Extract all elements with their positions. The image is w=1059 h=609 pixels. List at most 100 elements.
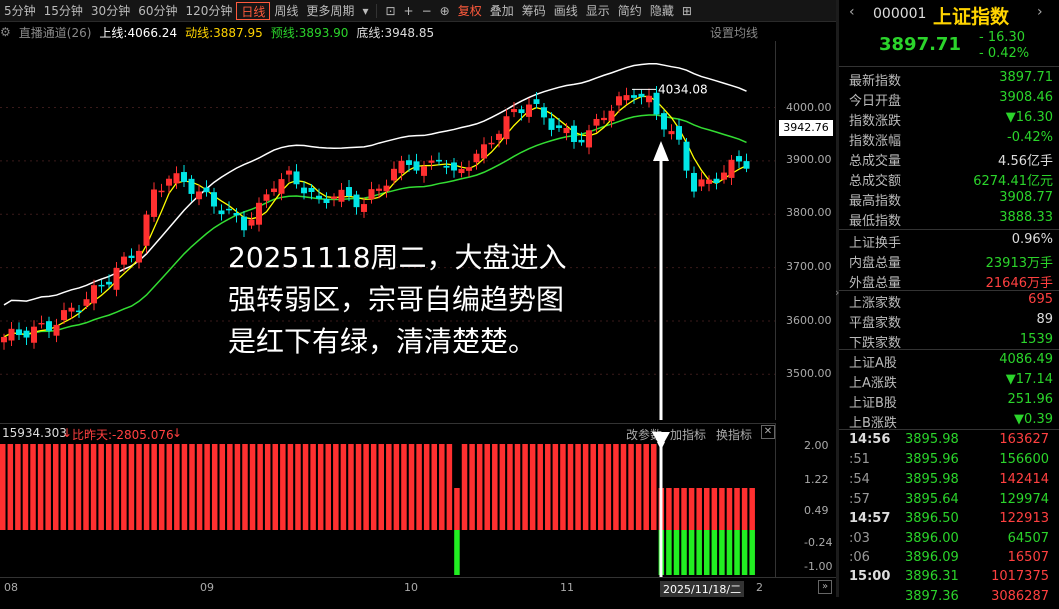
candle-body xyxy=(428,160,435,163)
scroll-right-icon[interactable]: » xyxy=(818,580,832,594)
adjust-button[interactable]: 复权 xyxy=(454,2,486,20)
hide-button[interactable]: 隐藏 xyxy=(646,2,678,20)
divider xyxy=(839,349,1059,350)
quote-row-value: 3888.33 xyxy=(999,210,1053,225)
price-tick-label: 3700.00 xyxy=(786,260,832,273)
forward-arrow-icon[interactable]: › xyxy=(1037,4,1043,20)
indicator-bar-green xyxy=(749,530,755,575)
quote-row-value: 251.96 xyxy=(1007,392,1054,407)
tick-price: 3896.00 xyxy=(905,531,959,546)
candle-body xyxy=(218,210,225,215)
quote-row-value: 23913万手 xyxy=(985,256,1053,271)
candle-body xyxy=(661,113,667,130)
date-tick-label: 2 xyxy=(756,581,763,594)
settings-icon[interactable]: ⚙ xyxy=(0,25,11,39)
chevron-down-icon[interactable]: ▾ xyxy=(358,2,372,20)
indicator-bar-red xyxy=(529,444,536,530)
indicator-svg xyxy=(0,434,755,577)
lock-icon[interactable]: ⊡ xyxy=(381,2,399,20)
period-60min[interactable]: 60分钟 xyxy=(134,2,181,20)
display-button[interactable]: 显示 xyxy=(582,2,614,20)
close-icon[interactable]: ✕ xyxy=(761,425,775,439)
tick-time: :51 xyxy=(849,452,870,467)
candle-body xyxy=(473,153,480,163)
tick-row: :06 3896.09 16507 xyxy=(839,550,1059,570)
kline-chart[interactable]: 4034.08 xyxy=(0,41,775,420)
add-indicator-button[interactable]: 加指标 xyxy=(670,426,706,443)
tick-volume: 122913 xyxy=(999,511,1049,526)
indicator-bar-red xyxy=(90,444,97,530)
indicator-bar-red xyxy=(272,444,279,530)
indicator-bar-red xyxy=(704,488,710,530)
indicator-bar-red xyxy=(98,444,104,530)
tick-volume: 16507 xyxy=(1007,550,1049,565)
indicator-bar-green xyxy=(719,530,725,575)
indicator-bar-green xyxy=(454,530,460,575)
indicator-bar-red xyxy=(613,444,619,530)
quote-row-value: 3908.46 xyxy=(999,90,1053,105)
candle-body xyxy=(188,178,195,194)
indicator-bar-red xyxy=(401,444,407,530)
draw-button[interactable]: 画线 xyxy=(550,2,582,20)
tick-price: 3896.09 xyxy=(905,550,959,565)
indicator-bar-red xyxy=(128,444,135,530)
candle-body xyxy=(286,170,292,175)
tick-volume: 129974 xyxy=(999,492,1049,507)
indicator-bar-red xyxy=(461,444,468,530)
period-daily[interactable]: 日线 xyxy=(236,1,271,20)
quote-row-label: 上A涨跌 xyxy=(849,376,897,391)
indicator-value: 15934.303 xyxy=(2,426,67,440)
indicator-bar-red xyxy=(143,444,150,530)
simple-button[interactable]: 简约 xyxy=(614,2,646,20)
indicator-bar-red xyxy=(711,488,718,530)
period-120min[interactable]: 120分钟 xyxy=(181,2,236,20)
quote-row: 总成交量 4.56亿手 xyxy=(839,150,1059,170)
indicator-bar-red xyxy=(151,444,157,530)
period-15min[interactable]: 15分钟 xyxy=(40,2,87,20)
ma-settings-button[interactable]: 设置均线 xyxy=(710,24,758,41)
quote-row: 指数涨幅 -0.42% xyxy=(839,130,1059,150)
candle-body xyxy=(631,95,637,98)
channel-label: 直播通道(26) xyxy=(18,25,92,40)
period-weekly[interactable]: 周线 xyxy=(270,2,302,20)
quote-row-label: 外盘总量 xyxy=(849,276,902,291)
candle-body xyxy=(31,326,37,343)
quote-row-value: ▼16.30 xyxy=(1005,110,1053,125)
indicator-chart[interactable] xyxy=(0,434,775,577)
candle-body xyxy=(196,191,202,200)
layout-icon[interactable]: ⊞ xyxy=(678,2,696,20)
candle-body xyxy=(158,190,165,193)
minus-icon[interactable]: − xyxy=(418,2,436,20)
switch-indicator-button[interactable]: 换指标 xyxy=(716,426,752,443)
ma-di-value: 底线:3948.85 xyxy=(356,25,435,40)
arrow-down-icon xyxy=(652,432,670,448)
back-arrow-icon[interactable]: ‹ xyxy=(849,4,855,20)
overlay-button[interactable]: 叠加 xyxy=(486,2,518,20)
quote-row-value: 89 xyxy=(1036,312,1053,327)
chips-button[interactable]: 筹码 xyxy=(518,2,550,20)
indicator-bar-red xyxy=(302,444,309,530)
candle-body xyxy=(271,188,277,193)
candle-body xyxy=(331,196,337,199)
indicator-bar-red xyxy=(0,444,6,530)
candle-body xyxy=(736,156,742,162)
indicator-bar-red xyxy=(264,444,271,530)
candle-body xyxy=(136,250,142,263)
indicator-bar-red xyxy=(60,444,67,530)
period-5min[interactable]: 5分钟 xyxy=(0,2,40,20)
candle-body xyxy=(466,167,472,171)
price-tick-label: 3600.00 xyxy=(786,314,832,327)
peak-label: 4034.08 xyxy=(658,82,708,96)
indicator-tick-label: -1.00 xyxy=(804,560,833,573)
candle-body xyxy=(601,117,607,121)
more-periods[interactable]: 更多周期 xyxy=(302,2,358,20)
quote-row: 最新指数 3897.71 xyxy=(839,70,1059,90)
arrow-up-icon xyxy=(653,141,669,161)
quote-row-value: 3908.77 xyxy=(999,190,1053,205)
quote-row-value: ▼17.14 xyxy=(1005,372,1053,387)
tick-row: 15:00 3896.31 1017375 xyxy=(839,569,1059,589)
period-30min[interactable]: 30分钟 xyxy=(87,2,134,20)
crosshair-icon[interactable]: ⊕ xyxy=(436,2,454,20)
candle-body xyxy=(346,187,352,197)
plus-icon[interactable]: + xyxy=(400,2,418,20)
